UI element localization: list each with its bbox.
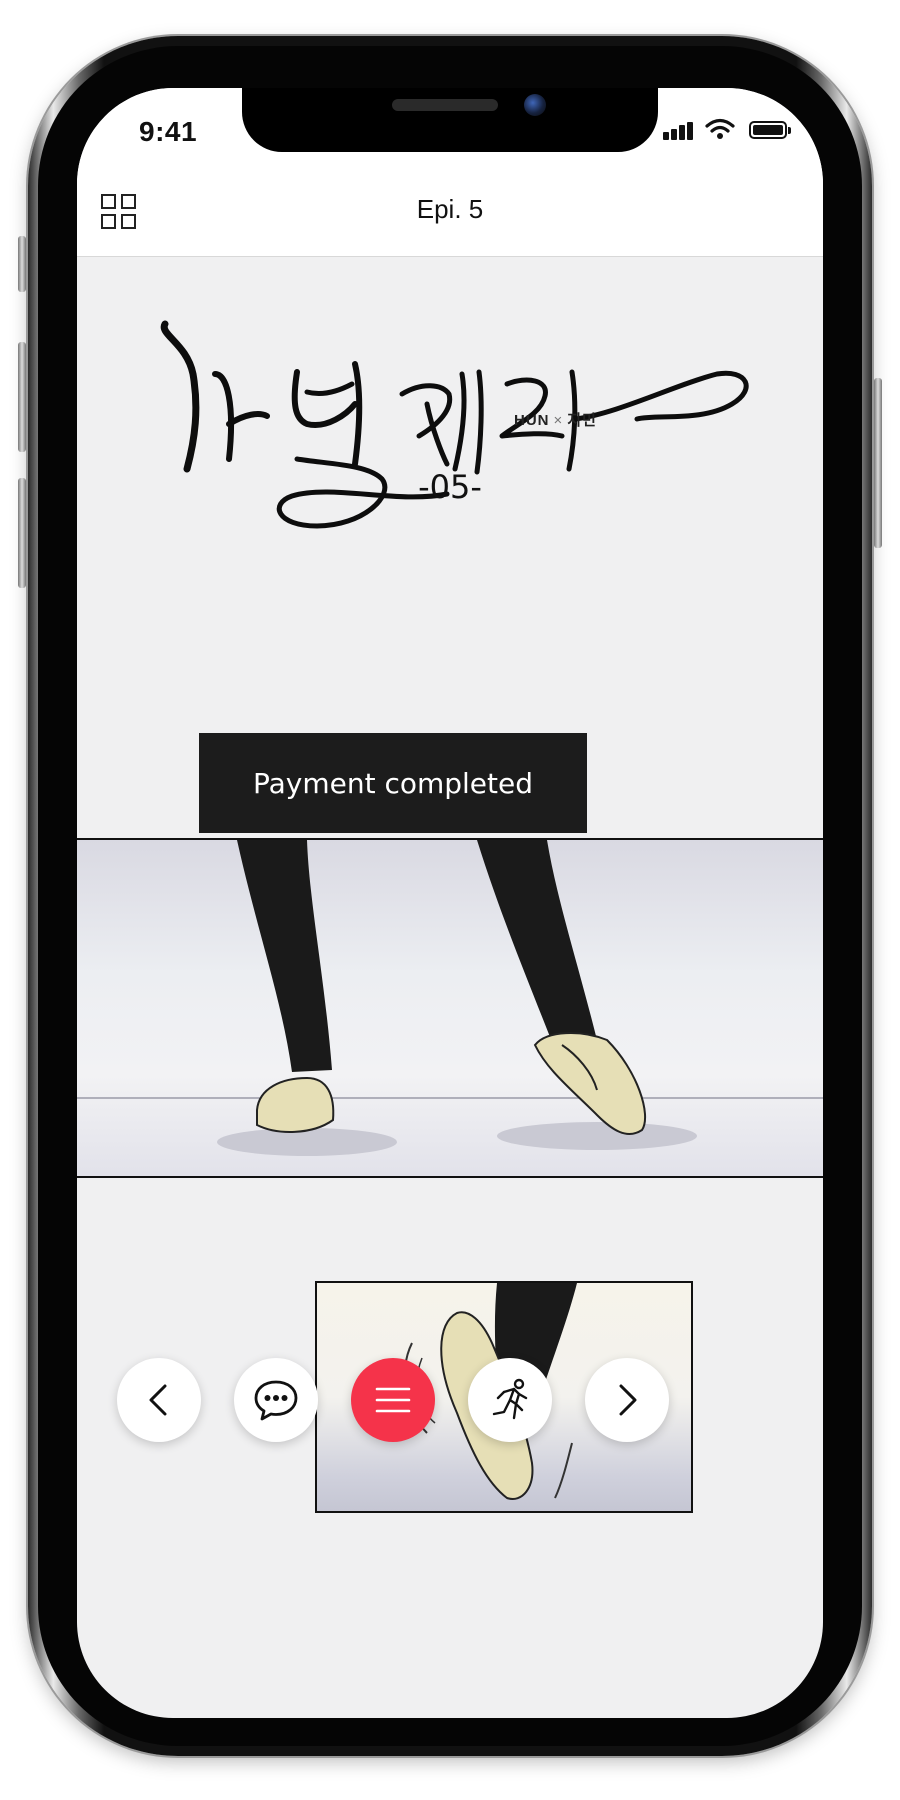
status-bar: 9:41: [77, 88, 823, 168]
payment-toast: Payment completed: [199, 733, 587, 833]
credits: HUN × 지민: [514, 409, 597, 430]
volume-up-button: [18, 342, 26, 452]
comic-panel-legs: [77, 838, 823, 1178]
previous-episode-button[interactable]: [117, 1358, 201, 1442]
auto-scroll-button[interactable]: [468, 1358, 552, 1442]
toast-message: Payment completed: [252, 766, 534, 800]
episode-number: -05-: [418, 468, 482, 506]
power-button: [874, 378, 882, 548]
volume-down-button: [18, 478, 26, 588]
episode-title: Epi. 5: [416, 194, 484, 224]
notch: [242, 88, 658, 152]
next-episode-button[interactable]: [585, 1358, 669, 1442]
wifi-icon: [705, 118, 735, 139]
credit-author: HUN: [514, 412, 550, 429]
reader-header: Epi. 5: [77, 168, 823, 257]
ballet-legs-illustration: [77, 840, 823, 1156]
running-person-icon: [492, 1378, 528, 1420]
menu-button[interactable]: [351, 1358, 435, 1442]
front-camera: [524, 94, 546, 116]
mute-switch: [18, 236, 26, 292]
comments-button[interactable]: [234, 1358, 318, 1442]
credit-artist: 지민: [567, 412, 597, 429]
screen: 9:41 Epi. 5 HUN × 지민 -05- Payment comple…: [77, 88, 823, 1718]
chevron-right-icon: [619, 1384, 637, 1416]
hamburger-icon: [375, 1387, 411, 1413]
status-time: 9:41: [139, 116, 198, 147]
credit-separator: ×: [553, 412, 564, 429]
battery-icon: [749, 121, 791, 139]
chevron-left-icon: [149, 1384, 167, 1416]
speaker: [392, 99, 498, 111]
chat-bubble-icon: [254, 1380, 298, 1421]
